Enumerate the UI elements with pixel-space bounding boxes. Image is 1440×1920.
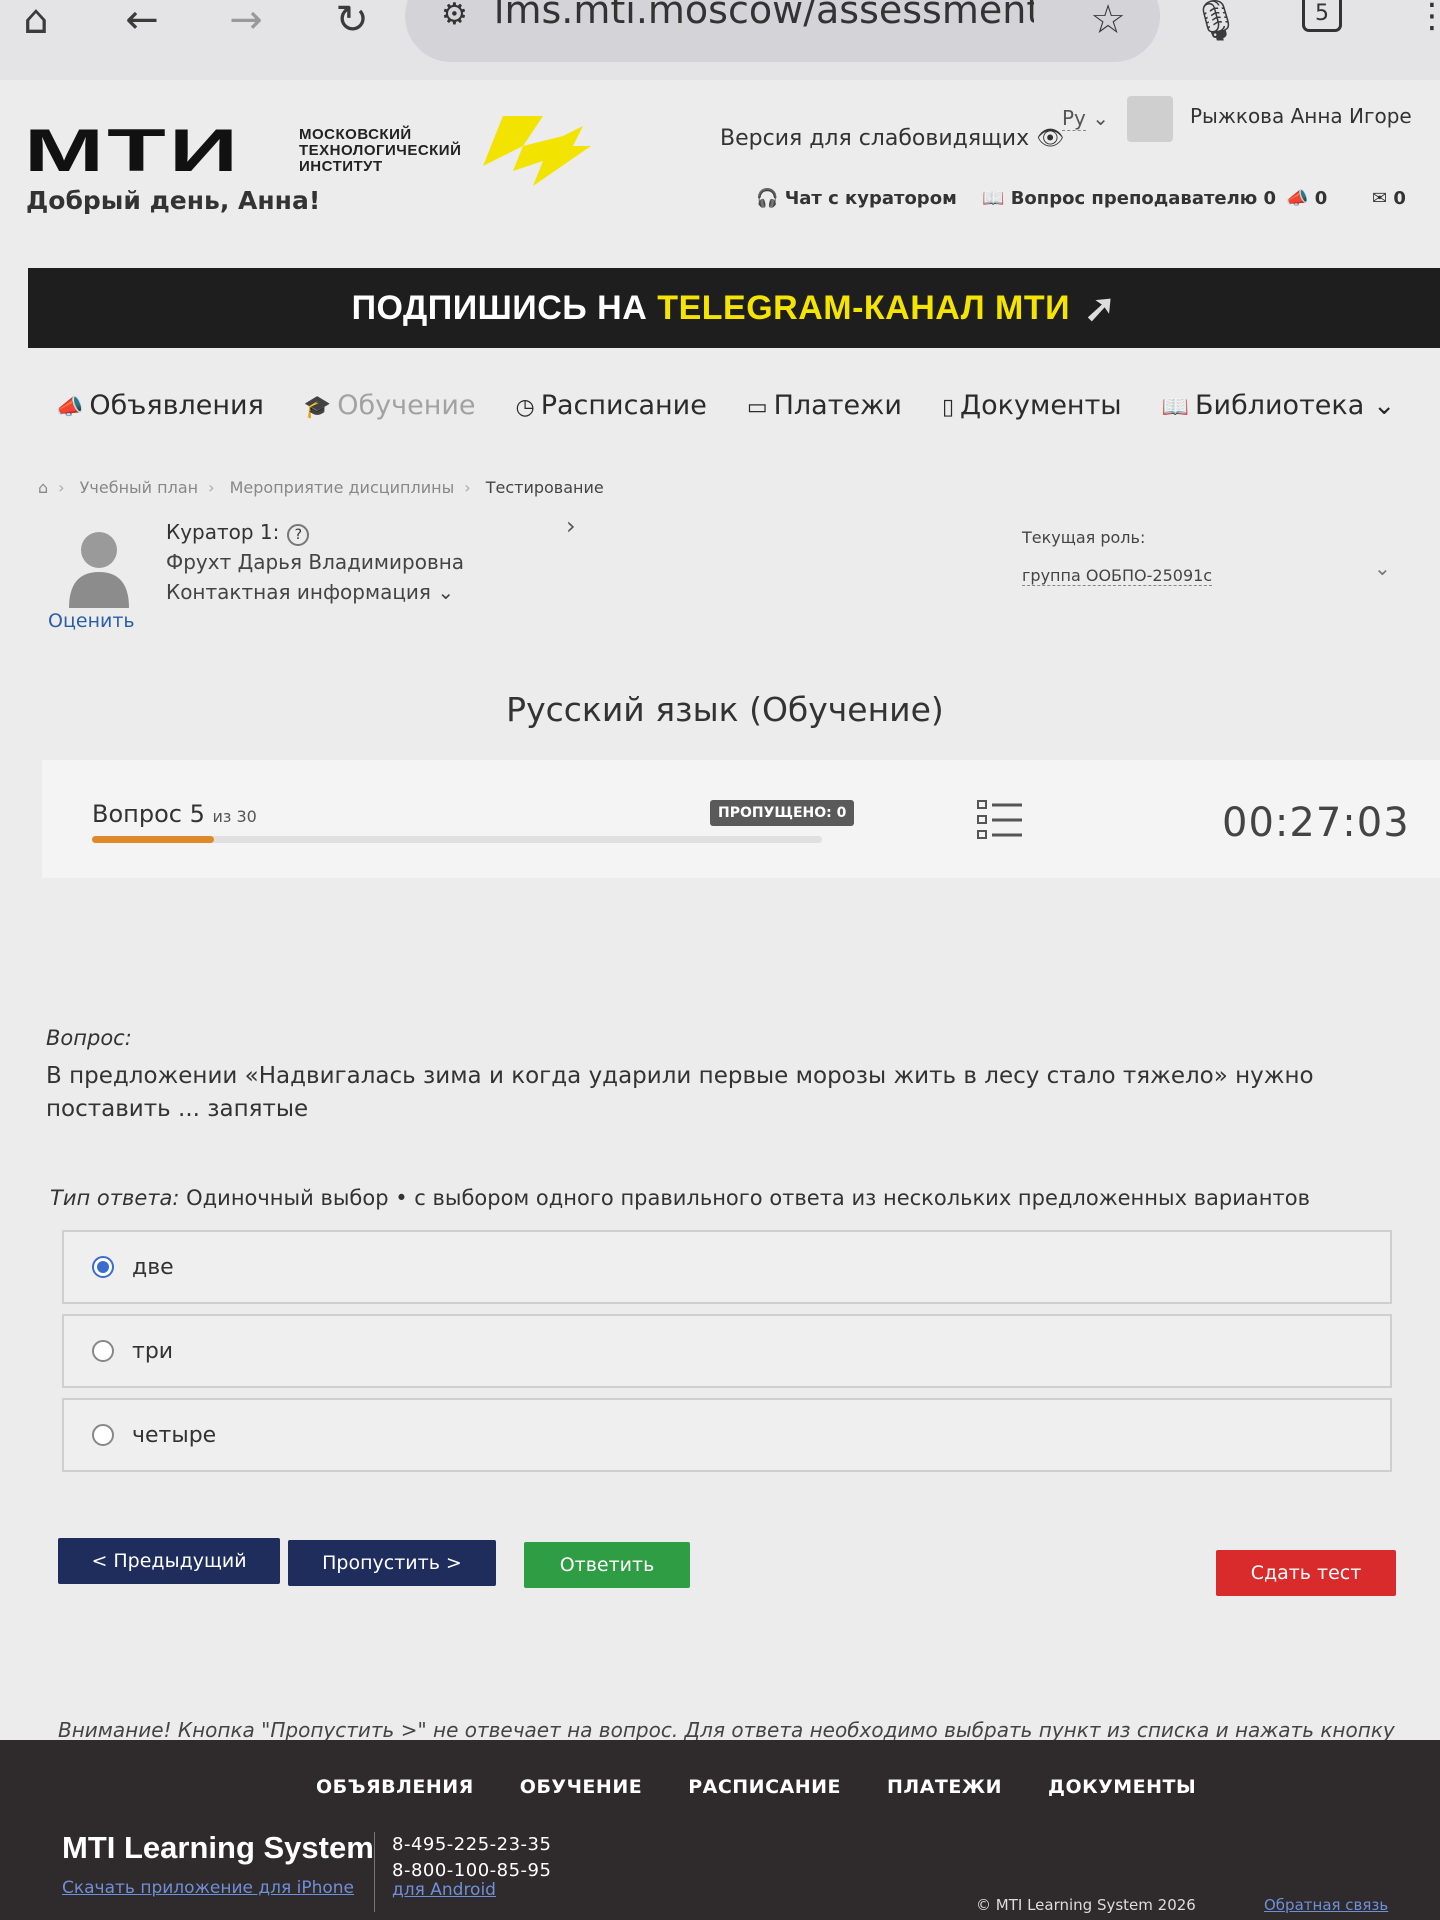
footer-link-payments[interactable]: ПЛАТЕЖИ — [887, 1776, 1002, 1798]
question-status-bar: Вопрос 5 из 30 ПРОПУЩЕНО: 0 00:27:03 — [42, 760, 1440, 878]
home-icon[interactable]: ⌂ — [38, 478, 48, 497]
chevron-down-icon[interactable]: ⌄ — [1374, 556, 1391, 580]
footer-brand: MTI Learning System — [62, 1830, 374, 1865]
question-list-icon[interactable] — [976, 798, 1024, 842]
footer-link-documents[interactable]: ДОКУМЕНТЫ — [1048, 1776, 1196, 1798]
footer-link-schedule[interactable]: РАСПИСАНИЕ — [688, 1776, 841, 1798]
copyright: © MTI Learning System 2026 — [976, 1896, 1196, 1914]
breadcrumb-testing: Тестирование — [485, 478, 604, 497]
footer-link-learning[interactable]: ОБУЧЕНИЕ — [520, 1776, 642, 1798]
microphone-icon[interactable]: 🎙 — [1186, 0, 1246, 44]
nav-learning[interactable]: 🎓 Обучение — [304, 390, 476, 421]
megaphone-icon: 📣 — [56, 395, 84, 420]
curator-contact-toggle[interactable]: Контактная информация ⌄ — [166, 580, 454, 604]
forward-icon[interactable]: → — [216, 0, 276, 43]
role-label: Текущая роль: — [1022, 528, 1146, 547]
footer-divider — [374, 1832, 375, 1912]
nav-schedule[interactable]: ◷ Расписание — [516, 390, 707, 421]
nav-documents[interactable]: ▯ Документы — [942, 390, 1122, 421]
breadcrumb-discipline-event[interactable]: Мероприятие дисциплины — [230, 478, 455, 497]
logo-mark-text: МТИ — [24, 117, 242, 184]
page-title: Русский язык (Обучение) — [506, 690, 944, 729]
user-menu[interactable]: Рыжкова Анна Игоре — [1190, 104, 1420, 128]
skipped-badge: ПРОПУЩЕНО: 0 — [710, 800, 855, 826]
role-select[interactable]: группа ООБПО-25091с — [1022, 566, 1213, 586]
curator-title: Куратор 1:? — [166, 520, 310, 546]
radio-unselected[interactable] — [92, 1340, 114, 1362]
reload-icon[interactable]: ↻ — [322, 0, 382, 43]
url-text: lms.mti.moscow/assessment: — [493, 0, 1034, 32]
breadcrumb: ⌂ › Учебный план › Мероприятие дисциплины ›… — [38, 478, 604, 497]
question-progress-bar — [92, 836, 822, 843]
browser-toolbar: ⌂ ← → ↻ ⚙ lms.mti.moscow/assessment: ☆ 🎙… — [0, 0, 1440, 80]
money-icon: ▭ — [746, 395, 768, 420]
home-icon[interactable]: ⌂ — [6, 0, 66, 43]
curator-avatar — [69, 532, 129, 608]
skip-button[interactable]: Пропустить > — [288, 1540, 496, 1586]
progress-fill — [92, 836, 214, 843]
book-icon: 📖 — [982, 188, 1005, 209]
help-icon[interactable]: ? — [287, 524, 310, 546]
clock-icon: ◷ — [515, 395, 535, 420]
phone-number[interactable]: 8-800-100-85-95 — [392, 1860, 551, 1881]
nav-library[interactable]: 📖 Библиотека ⌄ — [1162, 390, 1396, 421]
radio-unselected[interactable] — [92, 1424, 114, 1446]
tab-count-button[interactable]: 5 — [1302, 0, 1342, 32]
footer-link-announcements[interactable]: ОБЪЯВЛЕНИЯ — [316, 1776, 474, 1798]
user-avatar[interactable] — [1127, 96, 1173, 142]
announcements-counter[interactable]: 📣 0 — [1286, 188, 1327, 209]
curator-name: Фрухт Дарья Владимировна — [166, 550, 465, 574]
site-settings-icon[interactable]: ⚙ — [441, 0, 468, 32]
mti-logo[interactable]: МТИ МОСКОВСКИЙ ТЕХНОЛОГИЧЕСКИЙ ИНСТИТУТ — [24, 116, 592, 186]
nav-announcements[interactable]: 📣 Объявления — [56, 390, 264, 421]
graduation-cap-icon: 🎓 — [303, 395, 332, 420]
main-nav: 📣 Объявления 🎓 Обучение ◷ Расписание ▭ Плате… — [56, 390, 1396, 421]
eye-icon: 👁 — [1036, 126, 1065, 151]
phone-number[interactable]: 8-495-225-23-35 — [392, 1834, 551, 1855]
chevron-right-icon[interactable]: › — [566, 512, 576, 540]
document-icon: ▯ — [941, 395, 955, 420]
menu-kebab-icon[interactable]: ⋮ — [1415, 0, 1440, 36]
question-text: В предложении «Надвигалась зима и когда … — [46, 1063, 1314, 1122]
cursor-icon: ➚ — [1084, 287, 1117, 330]
chat-curator-link[interactable]: 🎧 Чат с куратором — [756, 188, 957, 209]
test-timer: 00:27:03 — [1222, 800, 1410, 846]
book-icon: 📖 — [1161, 395, 1190, 420]
messages-counter[interactable]: ✉ 0 — [1372, 188, 1406, 209]
android-app-link[interactable]: для Android — [392, 1880, 496, 1900]
footer-nav: ОБЪЯВЛЕНИЯ ОБУЧЕНИЕ РАСПИСАНИЕ ПЛАТЕЖИ Д… — [316, 1776, 1196, 1798]
answer-type: Тип ответа: Одиночный выбор • с выбором … — [50, 1186, 1310, 1210]
greeting-text: Добрый день, Анна! — [26, 186, 321, 215]
megaphone-icon: 📣 — [1286, 188, 1309, 209]
headset-icon: 🎧 — [756, 188, 779, 209]
breadcrumb-study-plan[interactable]: Учебный план — [80, 478, 198, 497]
iphone-app-link[interactable]: Скачать приложение для iPhone — [62, 1878, 354, 1898]
question-counter: Вопрос 5 из 30 — [92, 800, 257, 828]
address-bar[interactable]: ⚙ lms.mti.moscow/assessment: — [405, 0, 1160, 62]
low-vision-link[interactable]: Версия для слабовидящих 👁 — [720, 126, 1064, 151]
rate-curator-link[interactable]: Оценить — [48, 610, 135, 632]
footer: ОБЪЯВЛЕНИЯ ОБУЧЕНИЕ РАСПИСАНИЕ ПЛАТЕЖИ Д… — [0, 1740, 1440, 1920]
logo-lightning-icon — [483, 116, 592, 186]
feedback-link[interactable]: Обратная связь — [1264, 1896, 1388, 1914]
nav-payments[interactable]: ▭ Платежи — [747, 390, 902, 421]
question-label: Вопрос: — [46, 1026, 132, 1050]
answer-option[interactable]: три — [62, 1314, 1392, 1388]
back-icon[interactable]: ← — [112, 0, 172, 43]
language-select[interactable]: Ру ⌄ — [1062, 106, 1109, 131]
chevron-down-icon: ⌄ — [1372, 390, 1396, 421]
radio-selected[interactable] — [92, 1256, 114, 1278]
bookmark-star-icon[interactable]: ☆ — [1078, 0, 1138, 43]
teacher-question-link[interactable]: 📖 Вопрос преподавателю 0 — [982, 188, 1276, 209]
submit-test-button[interactable]: Сдать тест — [1216, 1550, 1396, 1596]
site-page: МТИ МОСКОВСКИЙ ТЕХНОЛОГИЧЕСКИЙ ИНСТИТУТ … — [0, 80, 1440, 1770]
answer-option[interactable]: две — [62, 1230, 1392, 1304]
answer-button[interactable]: Ответить — [524, 1542, 690, 1588]
chevron-down-icon: ⌄ — [437, 580, 455, 604]
previous-button[interactable]: < Предыдущий — [58, 1538, 280, 1584]
answer-option[interactable]: четыре — [62, 1398, 1392, 1472]
telegram-banner[interactable]: ПОДПИШИСЬ НА TELEGRAM-КАНАЛ МТИ ➚ — [28, 268, 1440, 348]
mail-icon: ✉ — [1372, 188, 1388, 209]
